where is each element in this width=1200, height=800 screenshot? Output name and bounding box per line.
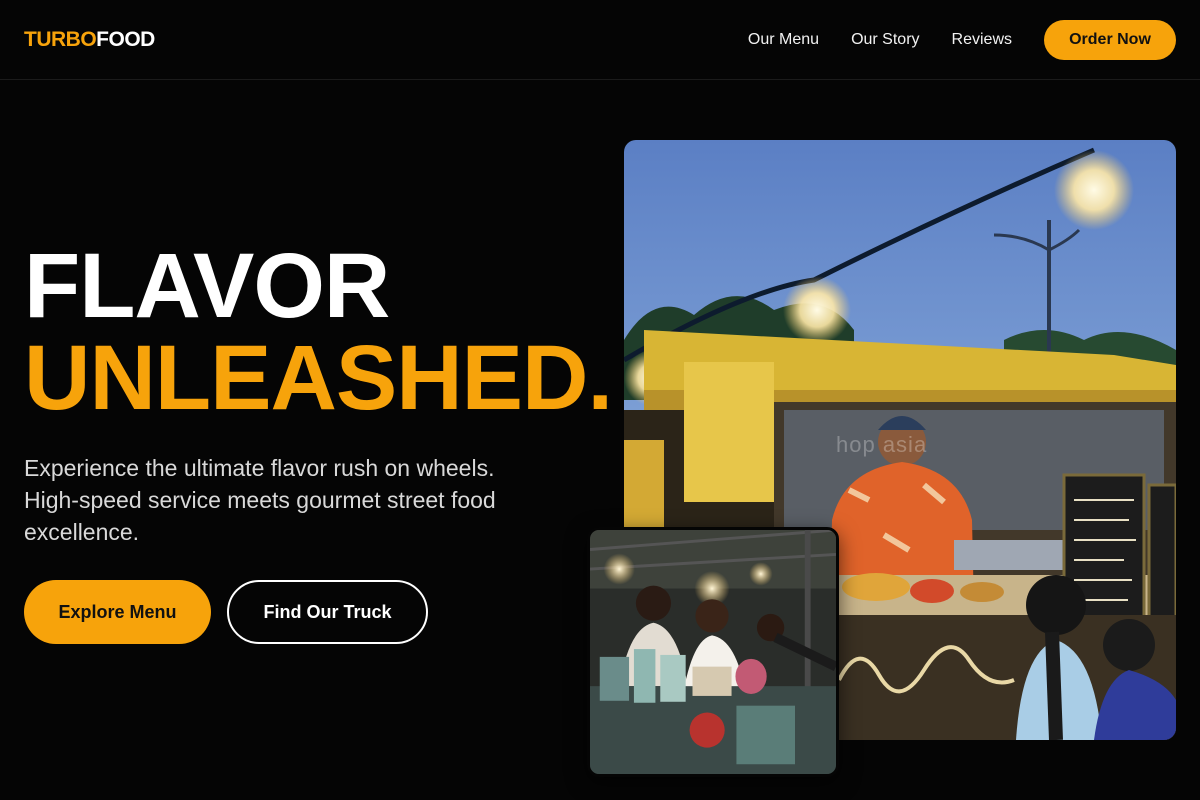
find-truck-button[interactable]: Find Our Truck — [227, 580, 428, 644]
nav-link-our-menu[interactable]: Our Menu — [748, 30, 819, 50]
image-watermark: hop asia — [836, 432, 928, 457]
brand-logo-part1: TURBO — [24, 28, 97, 51]
hero-title-line1: FLAVOR — [24, 235, 390, 337]
brand-logo-part2: FOOD — [96, 28, 155, 51]
explore-menu-button[interactable]: Explore Menu — [24, 580, 211, 644]
food-stall-illustration — [590, 530, 836, 774]
brand-logo[interactable]: TURBOFOOD — [24, 27, 155, 53]
nav-link-reviews[interactable]: Reviews — [952, 30, 1012, 50]
food-stall-photo — [587, 527, 839, 777]
nav-link-our-story[interactable]: Our Story — [851, 30, 919, 50]
hero-subtitle: Experience the ultimate flavor rush on w… — [24, 455, 496, 545]
hero-title-line2: UNLEASHED. — [24, 327, 613, 429]
order-now-button[interactable]: Order Now — [1044, 20, 1176, 60]
site-header: TURBOFOOD Our Menu Our Story Reviews Ord… — [0, 0, 1200, 80]
main-nav: Our Menu Our Story Reviews — [748, 30, 1012, 50]
hero-title: FLAVOR UNLEASHED. — [24, 235, 613, 429]
